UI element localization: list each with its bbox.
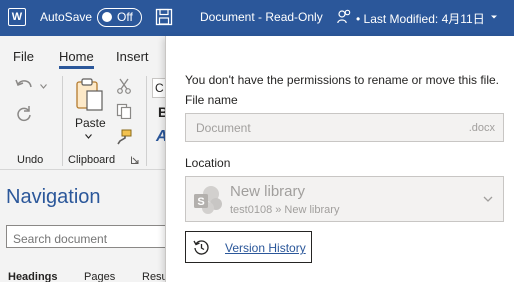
group-divider: [146, 76, 147, 166]
chevron-down-icon: [483, 196, 493, 202]
group-label-clipboard: Clipboard: [68, 154, 116, 166]
svg-text:S: S: [197, 196, 204, 208]
format-painter-icon[interactable]: [116, 129, 132, 145]
undo-dropdown-icon[interactable]: [40, 84, 47, 89]
paste-dropdown-icon[interactable]: [85, 134, 92, 139]
file-extension: .docx: [468, 122, 495, 134]
location-path: test0108 » New library: [230, 204, 340, 216]
file-name-label: File name: [185, 93, 238, 107]
cut-icon[interactable]: [116, 78, 132, 94]
search-document-input[interactable]: [6, 225, 168, 248]
sharepoint-icon: S: [194, 186, 222, 214]
last-modified-text[interactable]: • Last Modified: 4月11日: [356, 10, 485, 27]
save-icon[interactable]: [155, 8, 173, 26]
permission-message: You don't have the permissions to rename…: [185, 73, 500, 87]
paste-icon[interactable]: [75, 78, 105, 112]
autosave-label: AutoSave: [40, 10, 93, 24]
group-divider: [62, 76, 63, 166]
tab-home[interactable]: Home: [59, 49, 94, 69]
autosave-toggle[interactable]: Off: [97, 8, 142, 27]
copy-icon[interactable]: [116, 103, 132, 119]
tab-file[interactable]: File: [13, 49, 34, 64]
group-label-undo: Undo: [17, 154, 44, 166]
location-label: Location: [185, 156, 231, 170]
nav-tab-headings[interactable]: Headings: [8, 271, 58, 282]
location-name: New library: [230, 183, 306, 200]
file-name-field: Document .docx: [185, 113, 504, 142]
chevron-down-icon[interactable]: [489, 12, 499, 22]
history-icon: [193, 240, 209, 255]
navigation-title: Navigation: [6, 186, 101, 208]
undo-icon[interactable]: [15, 78, 35, 94]
paste-label[interactable]: Paste: [75, 116, 106, 130]
title-bar: W AutoSave Off Document - Read-Only • La…: [0, 0, 514, 36]
document-title[interactable]: Document - Read-Only: [200, 10, 323, 24]
tab-insert[interactable]: Insert: [116, 49, 149, 64]
word-app-icon: W: [8, 8, 26, 26]
people-icon: [337, 9, 351, 24]
location-dropdown: S New library test0108 » New library: [185, 176, 504, 222]
dialog-launcher-icon[interactable]: [131, 156, 139, 164]
version-history-button[interactable]: Version History: [185, 231, 312, 263]
version-history-link[interactable]: Version History: [225, 241, 306, 255]
toggle-knob: [102, 12, 112, 22]
autosave-state: Off: [117, 10, 133, 24]
file-name-value: Document: [196, 121, 251, 135]
nav-tab-pages[interactable]: Pages: [84, 271, 115, 282]
redo-icon[interactable]: [15, 104, 33, 122]
nav-tab-results[interactable]: Resu: [142, 271, 168, 282]
